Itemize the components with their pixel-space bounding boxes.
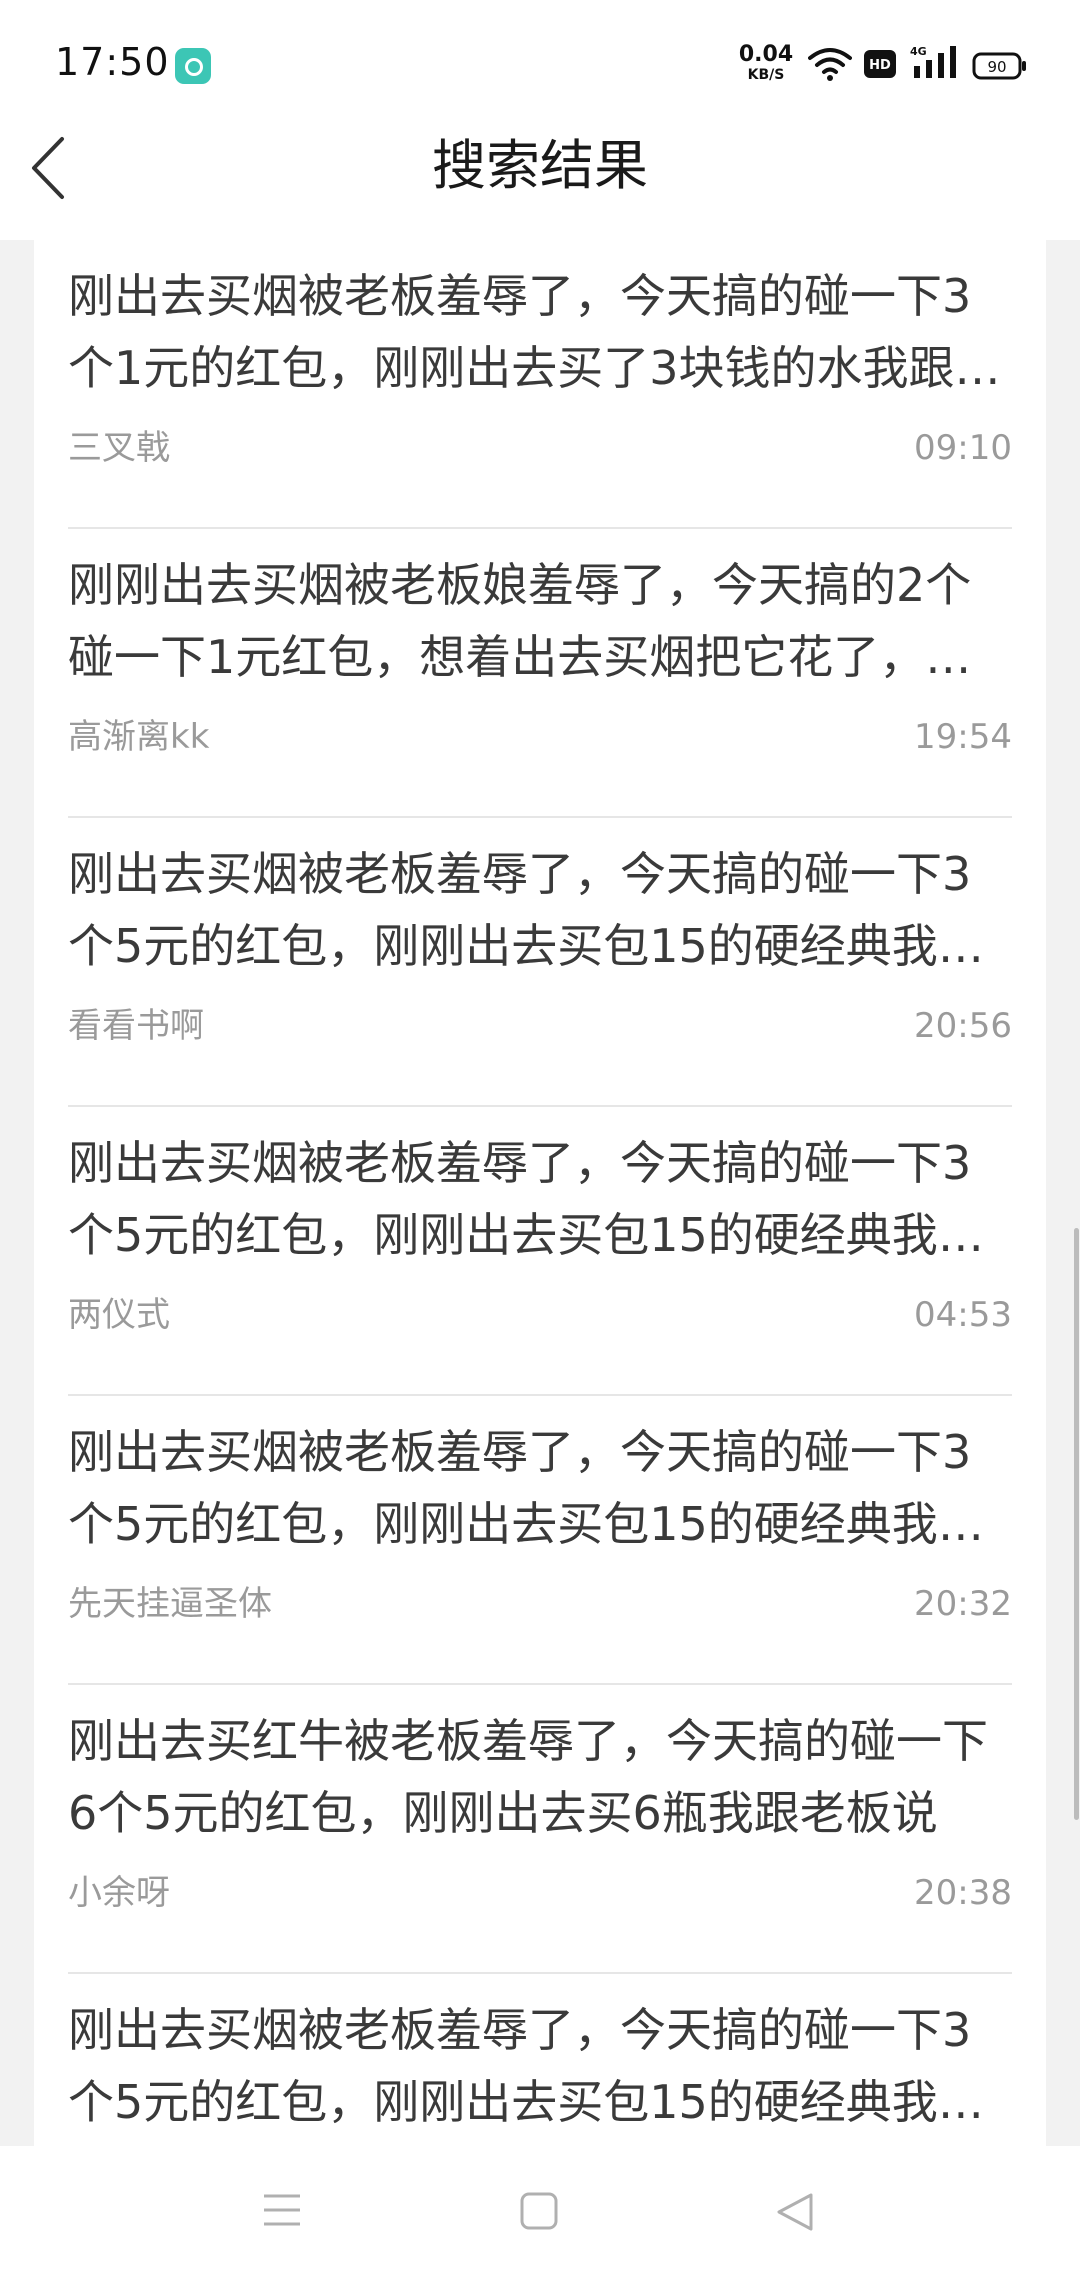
result-item-1[interactable]: 刚出去买烟被老板羞辱了，今天搞的碰一下3个1元的红包，刚刚出去买了3块钱的水我跟…: [68, 240, 1012, 529]
result-item-2[interactable]: 刚刚出去买烟被老板娘羞辱了，今天搞的2个碰一下1元红包，想着出去买烟把它花了，老…: [68, 529, 1012, 818]
network-type-label: 4G: [910, 45, 927, 58]
result-author: 三叉戟: [68, 428, 170, 468]
cellular-signal-icon: 4G: [910, 45, 956, 78]
hd-icon: HD: [864, 50, 896, 78]
network-speed: 0.04 KB/S: [738, 42, 794, 83]
result-title: 刚出去买红牛被老板羞辱了，今天搞的碰一下6个5元的红包，刚刚出去买6瓶我跟老板说: [68, 1714, 988, 1840]
menu-icon[interactable]: [262, 2192, 302, 2228]
result-time: 09:10: [914, 428, 1012, 468]
result-time: 20:32: [914, 1584, 1012, 1624]
result-title: 刚刚出去买烟被老板娘羞辱了，今天搞的2个碰一下1元红包，想着出去买烟把它花了，老…: [68, 558, 972, 684]
page-title: 搜索结果: [432, 134, 648, 197]
wifi-icon: [808, 48, 852, 81]
screen: 17:50 0.04 KB/S HD 4G 90 搜索结果 刚出去买烟被老板羞辱…: [0, 0, 1080, 2280]
result-author: 高渐离kk: [68, 717, 210, 757]
battery-level: 90: [987, 58, 1006, 76]
search-results-list[interactable]: 刚出去买烟被老板羞辱了，今天搞的碰一下3个1元的红包，刚刚出去买了3块钱的水我跟…: [34, 240, 1046, 2146]
back-triangle-icon[interactable]: [775, 2192, 815, 2232]
result-author: 先天挂逼圣体: [68, 1584, 272, 1624]
result-time: 20:56: [914, 1006, 1012, 1046]
result-title: 刚出去买烟被老板羞辱了，今天搞的碰一下3个5元的红包，刚刚出去买包15的硬经典我…: [68, 2003, 984, 2129]
result-title: 刚出去买烟被老板羞辱了，今天搞的碰一下3个5元的红包，刚刚出去买包15的硬经典我…: [68, 847, 984, 973]
result-item-7[interactable]: 刚出去买烟被老板羞辱了，今天搞的碰一下3个5元的红包，刚刚出去买包15的硬经典我…: [68, 1974, 1012, 2146]
result-title: 刚出去买烟被老板羞辱了，今天搞的碰一下3个1元的红包，刚刚出去买了3块钱的水我跟…: [68, 269, 1001, 395]
network-speed-unit: KB/S: [747, 67, 785, 83]
result-author: 小余呀: [68, 1873, 170, 1913]
result-item-3[interactable]: 刚出去买烟被老板羞辱了，今天搞的碰一下3个5元的红包，刚刚出去买包15的硬经典我…: [68, 818, 1012, 1107]
result-time: 19:54: [914, 717, 1012, 757]
result-author: 两仪式: [68, 1295, 170, 1335]
result-item-4[interactable]: 刚出去买烟被老板羞辱了，今天搞的碰一下3个5元的红包，刚刚出去买包15的硬经典我…: [68, 1107, 1012, 1396]
home-square-icon[interactable]: [520, 2192, 558, 2230]
result-author: 看看书啊: [68, 1006, 204, 1046]
status-time: 17:50: [55, 40, 170, 84]
scrollbar[interactable]: [1074, 1228, 1079, 1820]
app-notification-icon: [175, 48, 211, 84]
result-time: 20:38: [914, 1873, 1012, 1913]
result-title: 刚出去买烟被老板羞辱了，今天搞的碰一下3个5元的红包，刚刚出去买包15的硬经典我…: [68, 1136, 984, 1262]
network-speed-value: 0.04: [738, 42, 794, 67]
hd-label: HD: [869, 58, 891, 73]
result-time: 04:53: [914, 1295, 1012, 1335]
result-item-5[interactable]: 刚出去买烟被老板羞辱了，今天搞的碰一下3个5元的红包，刚刚出去买包15的硬经典我…: [68, 1396, 1012, 1685]
result-title: 刚出去买烟被老板羞辱了，今天搞的碰一下3个5元的红包，刚刚出去买包15的硬经典我…: [68, 1425, 984, 1551]
result-item-6[interactable]: 刚出去买红牛被老板羞辱了，今天搞的碰一下6个5元的红包，刚刚出去买6瓶我跟老板说…: [68, 1685, 1012, 1974]
battery-icon: 90: [972, 52, 1026, 80]
